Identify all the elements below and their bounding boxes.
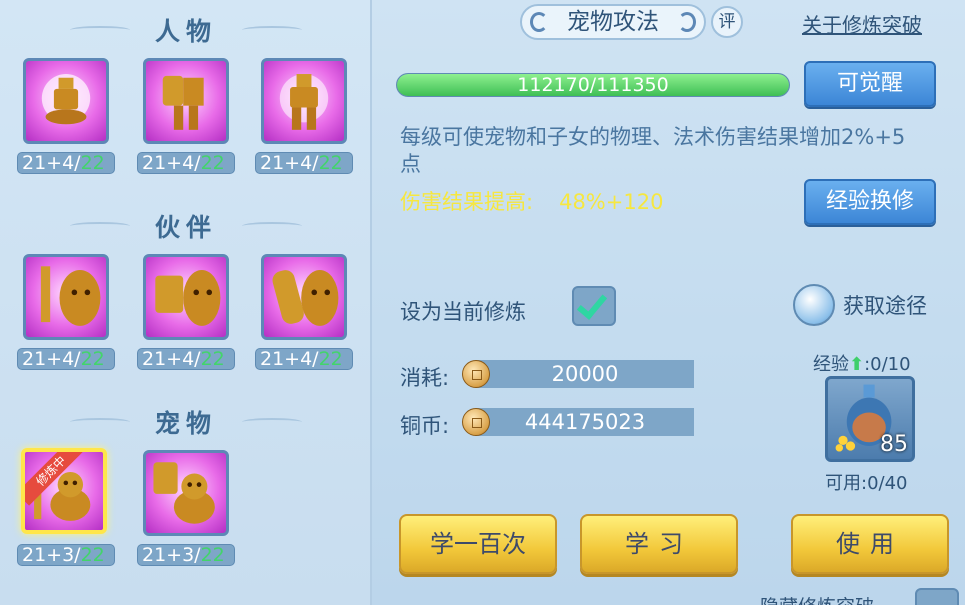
progress-text: 112170/111350 bbox=[517, 74, 669, 96]
slot-partner-3[interactable] bbox=[261, 254, 347, 340]
book-icon[interactable] bbox=[793, 284, 835, 326]
awaken-button[interactable]: 可觉醒 bbox=[804, 61, 936, 107]
slot-character-1[interactable] bbox=[23, 58, 109, 144]
set-current-checkbox[interactable] bbox=[572, 286, 616, 326]
sword-beast-icon bbox=[40, 266, 101, 326]
obtain-method-link[interactable]: 获取途径 bbox=[843, 290, 927, 320]
level-label: 21+4/22 bbox=[137, 348, 235, 370]
shield-beast-icon bbox=[155, 270, 221, 326]
coin-icon bbox=[462, 408, 490, 436]
learn-hundred-button[interactable]: 学一百次 bbox=[399, 514, 557, 574]
slot-partner-2[interactable] bbox=[143, 254, 229, 340]
cost-value: 20000 bbox=[476, 360, 694, 388]
level-label: 21+4/22 bbox=[137, 152, 235, 174]
shield-armor-icon bbox=[162, 75, 204, 130]
coin-label: 铜币: bbox=[400, 414, 450, 438]
level-label: 21+4/22 bbox=[17, 348, 115, 370]
cost-label: 消耗: bbox=[400, 366, 450, 390]
meditating-armor-icon bbox=[41, 74, 91, 125]
section-title-pet: 宠物 bbox=[0, 404, 372, 440]
item-count: 85 bbox=[880, 432, 908, 457]
scroll-cap-right bbox=[678, 12, 696, 32]
title-decoration bbox=[242, 418, 302, 426]
coin-icon bbox=[462, 360, 490, 388]
use-button[interactable]: 使用 bbox=[791, 514, 949, 574]
slot-character-3[interactable] bbox=[261, 58, 347, 144]
exchange-exp-button[interactable]: 经验换修 bbox=[804, 179, 936, 225]
exp-counter: 经验⬆:0/10 bbox=[813, 354, 911, 375]
slot-partner-1[interactable] bbox=[23, 254, 109, 340]
level-label: 21+4/22 bbox=[255, 348, 353, 370]
exp-item-slot[interactable]: 85 bbox=[825, 376, 915, 462]
effect-label: 伤害结果提高: bbox=[400, 190, 534, 214]
title-decoration bbox=[242, 222, 302, 230]
about-breakthrough-link[interactable]: 关于修炼突破 bbox=[802, 9, 922, 38]
slot-pet-2[interactable] bbox=[143, 450, 229, 536]
skill-title: 宠物攻法 bbox=[520, 4, 706, 40]
training-category-panel: 人物 21+4/22 21+4/22 21+4/22 伙伴 21+4/22 21… bbox=[0, 0, 372, 605]
hide-breakthrough-checkbox[interactable] bbox=[915, 588, 959, 605]
exp-progress-bar: 112170/111350 bbox=[396, 73, 790, 97]
slot-character-2[interactable] bbox=[143, 58, 229, 144]
skill-description: 每级可使宠物和子女的物理、法术伤害结果增加2%+5点 bbox=[400, 125, 906, 176]
coin-balance: 444175023 bbox=[476, 408, 694, 436]
available-counter: 可用:0/40 bbox=[825, 473, 908, 494]
level-label: 21+4/22 bbox=[17, 152, 115, 174]
effect-value: 48%+120 bbox=[559, 190, 664, 214]
level-label: 21+3/22 bbox=[17, 544, 115, 566]
hide-breakthrough-label: 隐藏修炼突破 bbox=[760, 592, 874, 605]
cat-shield-icon bbox=[153, 462, 215, 524]
standing-armor-icon bbox=[279, 74, 329, 130]
title-decoration bbox=[70, 418, 130, 426]
check-icon bbox=[576, 288, 608, 320]
section-title-partner: 伙伴 bbox=[0, 208, 372, 244]
arrow-up-icon: ⬆ bbox=[849, 354, 865, 375]
effect-line: 伤害结果提高: 48%+120 bbox=[400, 186, 663, 216]
title-decoration bbox=[242, 26, 302, 34]
title-decoration bbox=[70, 26, 130, 34]
scroll-cap-left bbox=[530, 12, 548, 32]
learn-button[interactable]: 学习 bbox=[580, 514, 738, 574]
level-label: 21+4/22 bbox=[255, 152, 353, 174]
level-label: 21+3/22 bbox=[137, 544, 235, 566]
slot-pet-1[interactable]: 修炼中 bbox=[21, 448, 107, 534]
gauntlet-beast-icon bbox=[272, 270, 339, 326]
section-title-character: 人物 bbox=[0, 12, 372, 48]
title-decoration bbox=[70, 222, 130, 230]
evaluate-badge[interactable]: 评 bbox=[711, 6, 743, 38]
set-current-label: 设为当前修炼 bbox=[400, 300, 526, 324]
